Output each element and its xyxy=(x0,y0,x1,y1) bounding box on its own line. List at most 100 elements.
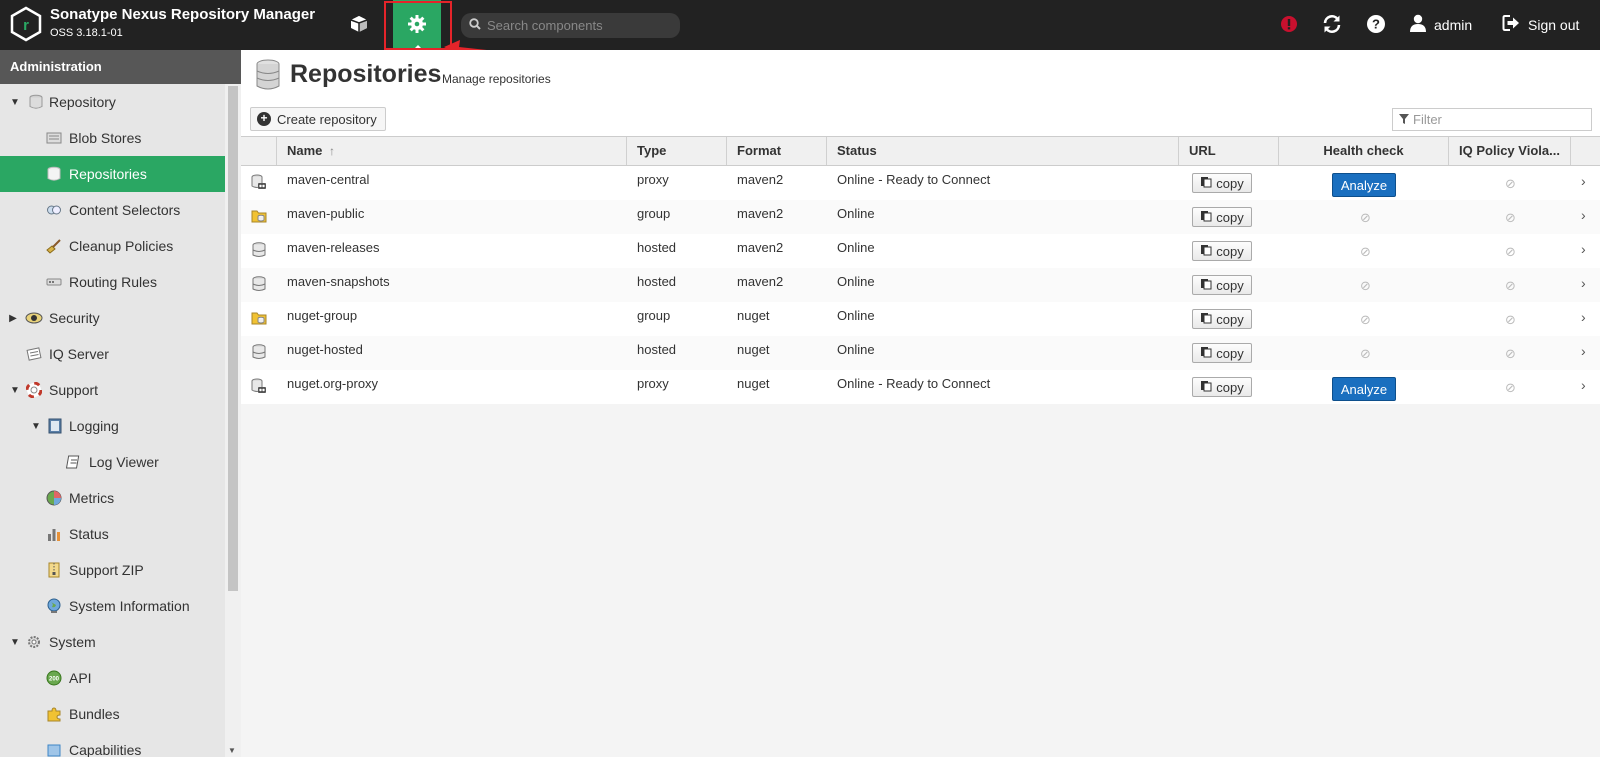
sidebar-item-label: System xyxy=(49,634,96,650)
sidebar-item-logging[interactable]: ▼ Logging xyxy=(0,408,225,444)
sidebar-item-label: Repository xyxy=(49,94,116,110)
table-row[interactable]: maven-central proxy maven2 Online - Read… xyxy=(241,166,1600,200)
copy-url-button[interactable]: copy xyxy=(1192,377,1252,397)
brand[interactable]: r Sonatype Nexus Repository Manager OSS … xyxy=(10,6,315,42)
sidebar-item-content-selectors[interactable]: Content Selectors xyxy=(0,192,225,228)
not-available-icon: ⊘ xyxy=(1505,176,1516,191)
analyze-button[interactable]: Analyze xyxy=(1332,377,1396,401)
help-button[interactable]: ? xyxy=(1363,12,1389,38)
chevron-right-icon[interactable]: › xyxy=(1581,275,1586,291)
repo-status: Online xyxy=(837,240,875,255)
repo-status: Online - Ready to Connect xyxy=(837,376,991,391)
sidebar-item-blob-stores[interactable]: Blob Stores xyxy=(0,120,225,156)
nexus-logo-icon: r xyxy=(10,6,42,42)
column-header-icon xyxy=(241,137,277,165)
database-icon xyxy=(27,93,45,111)
bar-chart-icon xyxy=(45,525,63,543)
clipboard-icon xyxy=(1200,380,1212,395)
sidebar: Administration ▼ Repository Blob Stores … xyxy=(0,50,241,757)
sidebar-item-metrics[interactable]: Metrics xyxy=(0,480,225,516)
sidebar-item-iq-server[interactable]: IQ Server xyxy=(0,336,225,372)
table-row[interactable]: nuget.org-proxy proxy nuget Online - Rea… xyxy=(241,370,1600,404)
column-header-name[interactable]: Name ↑ xyxy=(277,137,627,165)
copy-url-button[interactable]: copy xyxy=(1192,275,1252,295)
sidebar-item-capabilities[interactable]: Capabilities xyxy=(0,732,225,757)
analyze-button[interactable]: Analyze xyxy=(1332,173,1396,197)
signout-button[interactable]: Sign out xyxy=(1502,14,1579,35)
plus-circle-icon: + xyxy=(257,112,271,126)
pie-chart-icon xyxy=(45,489,63,507)
sidebar-scrollbar-thumb[interactable] xyxy=(228,86,238,591)
repo-status: Online xyxy=(837,274,875,289)
sidebar-item-repositories[interactable]: Repositories xyxy=(0,156,225,192)
sidebar-item-support-zip[interactable]: Support ZIP xyxy=(0,552,225,588)
copy-url-button[interactable]: copy xyxy=(1192,173,1252,193)
table-row[interactable]: maven-public group maven2 Online copy ⊘ … xyxy=(241,200,1600,234)
sidebar-item-system[interactable]: ▼ System xyxy=(0,624,225,660)
filter-input[interactable] xyxy=(1413,112,1583,127)
system-status-button[interactable] xyxy=(1276,12,1302,38)
column-header-url[interactable]: URL xyxy=(1179,137,1279,165)
not-available-icon: ⊘ xyxy=(1360,244,1371,259)
sidebar-item-bundles[interactable]: Bundles xyxy=(0,696,225,732)
caret-down-icon[interactable]: ▼ xyxy=(9,97,21,108)
caret-down-icon[interactable]: ▼ xyxy=(9,637,21,648)
zip-icon xyxy=(45,561,63,579)
sidebar-item-label: Content Selectors xyxy=(69,202,181,218)
sidebar-item-routing-rules[interactable]: Routing Rules xyxy=(0,264,225,300)
cube-icon xyxy=(349,14,369,37)
sidebar-item-system-information[interactable]: System Information xyxy=(0,588,225,624)
chevron-right-icon[interactable]: › xyxy=(1581,241,1586,257)
sidebar-item-status[interactable]: Status xyxy=(0,516,225,552)
create-repository-button[interactable]: + Create repository xyxy=(250,107,386,131)
broom-icon xyxy=(45,237,63,255)
caret-down-icon[interactable]: ▼ xyxy=(30,421,42,432)
chevron-right-icon[interactable]: › xyxy=(1581,207,1586,223)
sidebar-item-support[interactable]: ▼ Support xyxy=(0,372,225,408)
clipboard-icon xyxy=(1200,312,1212,327)
refresh-button[interactable] xyxy=(1319,12,1345,38)
table-row[interactable]: maven-snapshots hosted maven2 Online cop… xyxy=(241,268,1600,302)
sidebar-item-label: Support xyxy=(49,382,99,398)
scroll-down-arrow-icon[interactable]: ▼ xyxy=(228,746,236,755)
copy-url-button[interactable]: copy xyxy=(1192,309,1252,329)
filter-box[interactable] xyxy=(1392,108,1592,131)
sidebar-item-log-viewer[interactable]: Log Viewer xyxy=(0,444,225,480)
table-row[interactable]: nuget-hosted hosted nuget Online copy ⊘ … xyxy=(241,336,1600,370)
sidebar-item-cleanup-policies[interactable]: Cleanup Policies xyxy=(0,228,225,264)
caret-down-icon[interactable]: ▼ xyxy=(9,385,21,396)
sidebar-item-api[interactable]: 200 API xyxy=(0,660,225,696)
column-header-health-check[interactable]: Health check xyxy=(1279,137,1449,165)
log-icon xyxy=(65,453,83,471)
table-row[interactable]: maven-releases hosted maven2 Online copy… xyxy=(241,234,1600,268)
sidebar-item-security[interactable]: ▶ Security xyxy=(0,300,225,336)
copy-url-button[interactable]: copy xyxy=(1192,207,1252,227)
page-subtitle: Manage repositories xyxy=(442,72,551,86)
signout-icon xyxy=(1502,14,1520,35)
column-header-type[interactable]: Type xyxy=(627,137,727,165)
repo-format: maven2 xyxy=(737,240,784,255)
caret-right-icon[interactable]: ▶ xyxy=(7,313,19,324)
repo-type: proxy xyxy=(637,172,669,187)
column-header-format[interactable]: Format xyxy=(727,137,827,165)
group-repo-icon xyxy=(251,208,267,227)
page-title: Repositories xyxy=(290,60,442,88)
app-title: Sonatype Nexus Repository Manager xyxy=(50,6,316,23)
chevron-right-icon[interactable]: › xyxy=(1581,173,1586,189)
chevron-right-icon[interactable]: › xyxy=(1581,377,1586,393)
repo-format: nuget xyxy=(737,376,770,391)
table-row[interactable]: nuget-group group nuget Online copy ⊘ ⊘ … xyxy=(241,302,1600,336)
hosted-repo-icon xyxy=(251,276,267,295)
browse-button[interactable] xyxy=(337,0,381,50)
database-icon xyxy=(45,165,63,183)
sidebar-scrollbar[interactable]: ▼ xyxy=(225,84,241,757)
column-header-status[interactable]: Status xyxy=(827,137,1179,165)
sidebar-item-repository[interactable]: ▼ Repository xyxy=(0,84,225,120)
user-menu[interactable]: admin xyxy=(1410,14,1472,35)
chevron-right-icon[interactable]: › xyxy=(1581,309,1586,325)
chevron-right-icon[interactable]: › xyxy=(1581,343,1586,359)
copy-url-button[interactable]: copy xyxy=(1192,241,1252,261)
repo-type: group xyxy=(637,308,671,323)
copy-url-button[interactable]: copy xyxy=(1192,343,1252,363)
column-header-iq-policy[interactable]: IQ Policy Viola... xyxy=(1449,137,1571,165)
